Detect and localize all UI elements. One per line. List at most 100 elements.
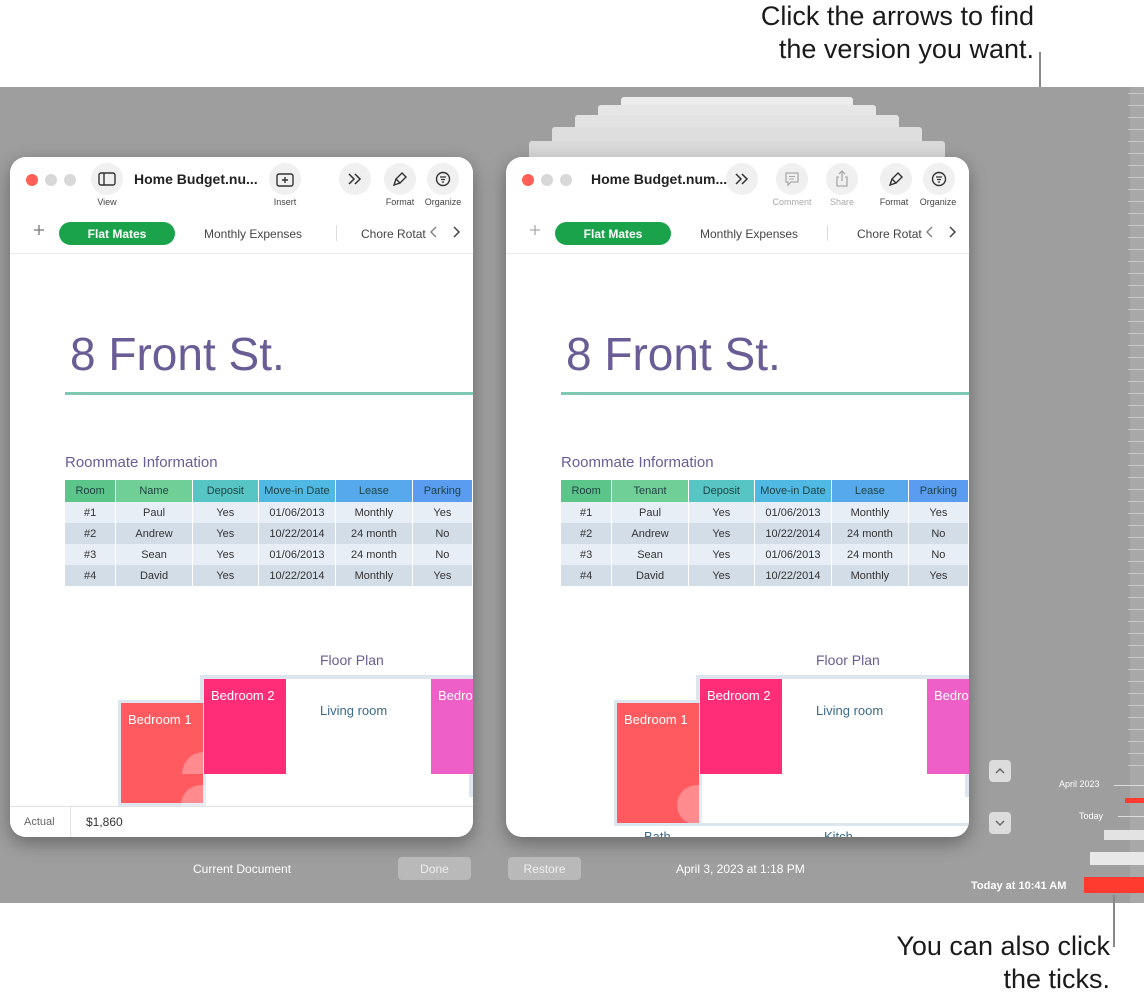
zoom-button[interactable] bbox=[64, 174, 76, 186]
cell[interactable]: 10/22/2014 bbox=[258, 565, 337, 586]
tab-chore-rotation[interactable]: Chore Rotat bbox=[361, 227, 426, 241]
cell[interactable]: Yes bbox=[192, 523, 259, 544]
cell[interactable]: No bbox=[908, 523, 969, 544]
table-row[interactable]: #4 David Yes 10/22/2014 Monthly Yes bbox=[65, 565, 473, 586]
timeline-tick[interactable] bbox=[1128, 693, 1144, 694]
cell[interactable]: 10/22/2014 bbox=[754, 565, 833, 586]
cell[interactable]: Yes bbox=[412, 565, 473, 586]
timeline-tick[interactable] bbox=[1128, 213, 1144, 214]
cell[interactable]: 10/22/2014 bbox=[258, 523, 337, 544]
table-row[interactable]: #3 Sean Yes 01/06/2013 24 month No bbox=[561, 544, 969, 565]
minimize-button[interactable] bbox=[541, 174, 553, 186]
more-toolbar-button[interactable] bbox=[726, 163, 758, 195]
cell[interactable]: #1 bbox=[561, 502, 613, 523]
more-toolbar-button[interactable] bbox=[339, 163, 371, 195]
timeline-tick[interactable] bbox=[1128, 237, 1144, 238]
table-row[interactable]: #2 Andrew Yes 10/22/2014 24 month No bbox=[561, 523, 969, 544]
header-tenant[interactable]: Tenant bbox=[611, 480, 689, 502]
timeline-tick[interactable] bbox=[1128, 117, 1144, 118]
timeline-tick[interactable] bbox=[1128, 621, 1144, 622]
bedroom-2[interactable]: Bedroom 2 bbox=[700, 679, 782, 774]
bedroom-3[interactable]: Bedro bbox=[927, 679, 969, 774]
timeline-tick-april[interactable] bbox=[1114, 785, 1144, 786]
timeline-tick[interactable] bbox=[1128, 189, 1144, 190]
header-deposit[interactable]: Deposit bbox=[192, 480, 259, 502]
timeline-tick[interactable] bbox=[1128, 513, 1144, 514]
timeline-tick[interactable] bbox=[1128, 297, 1144, 298]
cell[interactable]: Yes bbox=[688, 544, 755, 565]
timeline-tick[interactable] bbox=[1128, 645, 1144, 646]
cell[interactable]: #4 bbox=[65, 565, 117, 586]
cell[interactable]: No bbox=[908, 544, 969, 565]
organize-button[interactable] bbox=[427, 163, 459, 195]
cell[interactable]: Andrew bbox=[115, 523, 193, 544]
cell[interactable]: Monthly bbox=[831, 565, 909, 586]
timeline-tick[interactable] bbox=[1128, 465, 1144, 466]
cell[interactable]: Yes bbox=[908, 565, 969, 586]
cell[interactable]: Yes bbox=[908, 502, 969, 523]
comment-button[interactable] bbox=[776, 163, 808, 195]
bedroom-1[interactable]: Bedroom 1 bbox=[614, 700, 717, 826]
tab-scroll-left[interactable] bbox=[925, 225, 935, 244]
close-button[interactable] bbox=[26, 174, 38, 186]
timeline-tick-now[interactable] bbox=[1084, 877, 1144, 893]
organize-button[interactable] bbox=[923, 163, 955, 195]
add-sheet-button[interactable] bbox=[528, 223, 542, 242]
timeline-tick[interactable] bbox=[1128, 681, 1144, 682]
tab-flat-mates[interactable]: Flat Mates bbox=[59, 222, 175, 245]
header-parking[interactable]: Parking bbox=[908, 480, 969, 502]
cell[interactable]: 01/06/2013 bbox=[258, 502, 337, 523]
timeline-tick[interactable] bbox=[1128, 561, 1144, 562]
cell[interactable]: 24 month bbox=[831, 544, 909, 565]
timeline-tick[interactable] bbox=[1128, 717, 1144, 718]
timeline-tick-today[interactable] bbox=[1118, 816, 1144, 817]
timeline-tick-recent[interactable] bbox=[1104, 830, 1144, 840]
header-lease[interactable]: Lease bbox=[335, 480, 413, 502]
current-document-window[interactable]: View Home Budget.nu... Insert Format Org… bbox=[10, 157, 473, 837]
bedroom-3[interactable]: Bedro bbox=[431, 679, 473, 774]
format-button[interactable] bbox=[880, 163, 912, 195]
timeline-tick[interactable] bbox=[1128, 381, 1144, 382]
timeline-tick[interactable] bbox=[1128, 345, 1144, 346]
table-row[interactable]: #1 Paul Yes 01/06/2013 Monthly Yes bbox=[65, 502, 473, 523]
timeline-tick[interactable] bbox=[1128, 585, 1144, 586]
tab-chore-rotation[interactable]: Chore Rotat bbox=[857, 227, 922, 241]
cell[interactable]: Yes bbox=[192, 502, 259, 523]
timeline-tick[interactable] bbox=[1128, 753, 1144, 754]
timeline-tick[interactable] bbox=[1128, 105, 1144, 106]
cell[interactable]: 24 month bbox=[335, 523, 413, 544]
cell[interactable]: Yes bbox=[688, 523, 755, 544]
cell[interactable]: No bbox=[412, 544, 473, 565]
roommate-table[interactable]: Room Name Deposit Move-in Date Lease Par… bbox=[65, 480, 473, 586]
bedroom-2[interactable]: Bedroom 2 bbox=[182, 679, 286, 774]
timeline-tick[interactable] bbox=[1128, 261, 1144, 262]
cell[interactable]: #2 bbox=[65, 523, 117, 544]
cell[interactable]: 01/06/2013 bbox=[258, 544, 337, 565]
timeline-tick[interactable] bbox=[1128, 573, 1144, 574]
cell[interactable]: Yes bbox=[192, 565, 259, 586]
cell[interactable]: David bbox=[115, 565, 193, 586]
tab-monthly-expenses[interactable]: Monthly Expenses bbox=[700, 227, 798, 241]
cell[interactable]: 01/06/2013 bbox=[754, 544, 833, 565]
timeline-tick-selected[interactable] bbox=[1125, 798, 1144, 803]
cell[interactable]: #3 bbox=[561, 544, 613, 565]
timeline-tick[interactable] bbox=[1128, 633, 1144, 634]
cell[interactable]: Sean bbox=[611, 544, 689, 565]
cell[interactable]: No bbox=[412, 523, 473, 544]
version-window[interactable]: Home Budget.num... Comment Share Format … bbox=[506, 157, 969, 837]
timeline-tick[interactable] bbox=[1128, 369, 1144, 370]
cell[interactable]: Paul bbox=[611, 502, 689, 523]
cell[interactable]: Monthly bbox=[335, 502, 413, 523]
timeline-tick[interactable] bbox=[1128, 741, 1144, 742]
timeline-tick[interactable] bbox=[1128, 489, 1144, 490]
timeline-tick[interactable] bbox=[1128, 177, 1144, 178]
timeline-tick[interactable] bbox=[1128, 729, 1144, 730]
timeline-tick[interactable] bbox=[1128, 201, 1144, 202]
cell[interactable]: Monthly bbox=[831, 502, 909, 523]
header-room[interactable]: Room bbox=[65, 480, 117, 502]
cell[interactable]: #4 bbox=[561, 565, 613, 586]
table-row[interactable]: #3 Sean Yes 01/06/2013 24 month No bbox=[65, 544, 473, 565]
cell[interactable]: Yes bbox=[688, 502, 755, 523]
timeline-tick[interactable] bbox=[1128, 405, 1144, 406]
timeline-tick[interactable] bbox=[1128, 285, 1144, 286]
